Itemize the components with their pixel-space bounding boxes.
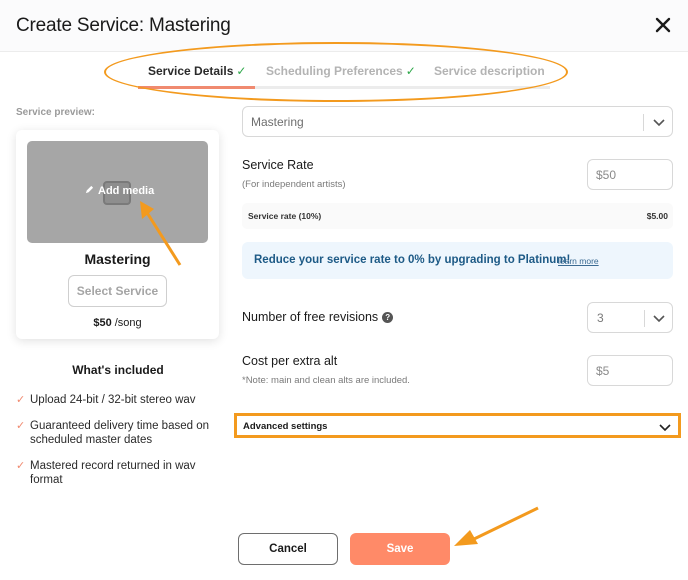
tab-service-details[interactable]: Service Details ✓ bbox=[148, 64, 246, 78]
chevron-down-icon bbox=[659, 424, 671, 432]
add-media-area[interactable]: Add media bbox=[27, 141, 208, 243]
service-fee-row: Service rate (10%) $5.00 bbox=[242, 203, 673, 229]
tab-progress-fill bbox=[138, 86, 255, 89]
included-list: ✓ Upload 24-bit / 32-bit stereo wav ✓ Guar… bbox=[16, 393, 216, 499]
modal-title: Create Service: Mastering bbox=[16, 15, 231, 36]
select-divider bbox=[644, 310, 645, 327]
service-rate-sublabel: (For independent artists) bbox=[242, 179, 346, 190]
save-button[interactable]: Save bbox=[350, 533, 450, 565]
tab-service-description[interactable]: Service description bbox=[434, 64, 545, 78]
service-rate-label: Service Rate bbox=[242, 158, 314, 172]
check-icon: ✓ bbox=[16, 460, 26, 472]
list-item-text: Upload 24-bit / 32-bit stereo wav bbox=[30, 394, 196, 406]
annotation-arrow-save bbox=[454, 506, 539, 546]
service-rate-input[interactable] bbox=[587, 159, 673, 190]
service-preview-card: Add media Mastering Select Service $50 /… bbox=[16, 130, 219, 339]
step-tabs: Service Details ✓ Scheduling Preferences ✓… bbox=[138, 60, 550, 90]
select-divider bbox=[643, 114, 644, 131]
chevron-down-icon bbox=[653, 315, 665, 323]
modal-header: Create Service: Mastering bbox=[0, 0, 688, 52]
service-type-value: Mastering bbox=[251, 115, 304, 129]
close-icon[interactable] bbox=[652, 14, 674, 36]
chevron-down-icon bbox=[653, 119, 665, 127]
upgrade-banner: Reduce your service rate to 0% by upgrad… bbox=[242, 242, 673, 279]
check-icon: ✓ bbox=[405, 64, 416, 78]
check-icon: ✓ bbox=[236, 64, 247, 78]
tab-scheduling-preferences[interactable]: Scheduling Preferences ✓ bbox=[266, 64, 416, 78]
list-item: ✓ Guaranteed delivery time based on sched… bbox=[16, 419, 216, 447]
cancel-button[interactable]: Cancel bbox=[238, 533, 338, 565]
preview-label: Service preview: bbox=[16, 107, 95, 118]
service-type-select[interactable]: Mastering bbox=[242, 106, 673, 137]
price-amount: $50 bbox=[93, 317, 112, 329]
list-item-text: Mastered record returned in wav format bbox=[30, 460, 196, 486]
learn-more-link[interactable]: learn more bbox=[558, 256, 599, 266]
add-media-text: Add media bbox=[98, 185, 155, 197]
included-title: What's included bbox=[72, 363, 164, 377]
service-fee-label: Service rate (10%) bbox=[248, 211, 322, 221]
extra-alt-label: Cost per extra alt bbox=[242, 354, 338, 368]
select-service-button[interactable]: Select Service bbox=[68, 275, 167, 307]
advanced-settings-toggle[interactable]: Advanced settings bbox=[234, 413, 681, 438]
tab-label: Scheduling Preferences bbox=[266, 64, 403, 78]
revisions-select[interactable]: 3 bbox=[587, 302, 673, 333]
revisions-value: 3 bbox=[597, 311, 604, 325]
price-unit: /song bbox=[114, 317, 142, 329]
check-icon: ✓ bbox=[16, 420, 26, 432]
preview-service-name: Mastering bbox=[84, 251, 151, 267]
add-media-label: Add media bbox=[85, 185, 154, 197]
tab-label: Service Details bbox=[148, 64, 234, 78]
advanced-settings-label: Advanced settings bbox=[243, 421, 328, 432]
upgrade-text: Reduce your service rate to 0% by upgrad… bbox=[254, 254, 571, 266]
list-item: ✓ Upload 24-bit / 32-bit stereo wav bbox=[16, 393, 216, 407]
list-item-text: Guaranteed delivery time based on schedu… bbox=[30, 420, 209, 446]
extra-alt-note: *Note: main and clean alts are included. bbox=[242, 375, 410, 386]
service-fee-value: $5.00 bbox=[646, 211, 668, 221]
tab-label: Service description bbox=[434, 64, 545, 78]
list-item: ✓ Mastered record returned in wav format bbox=[16, 459, 216, 487]
help-icon[interactable]: ? bbox=[382, 312, 394, 323]
pencil-icon bbox=[85, 185, 94, 194]
preview-price: $50 /song bbox=[16, 317, 219, 329]
check-icon: ✓ bbox=[16, 394, 26, 406]
extra-alt-input[interactable] bbox=[587, 355, 673, 386]
revisions-label: Number of free revisions? bbox=[242, 310, 394, 324]
revisions-label-text: Number of free revisions bbox=[242, 310, 379, 324]
